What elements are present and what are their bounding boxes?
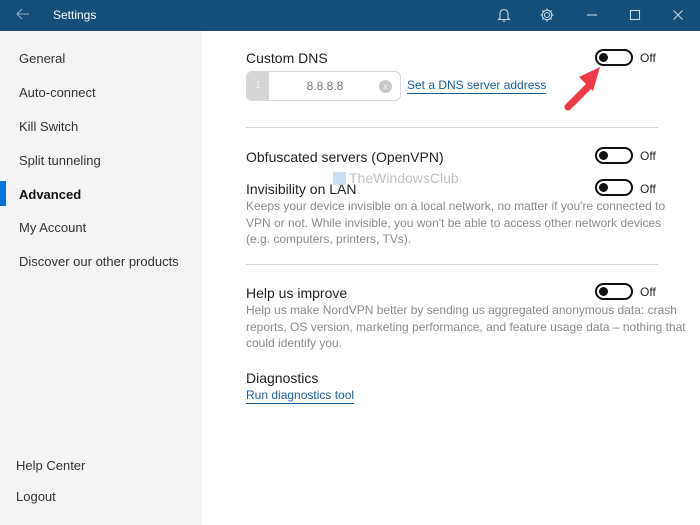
custom-dns-toggle-state: Off [640,51,656,65]
gear-icon [540,8,554,22]
toggle-knob [599,183,608,192]
bell-icon [497,8,511,22]
minimize-icon [587,14,597,16]
watermark: TheWindowsClub [333,170,459,186]
close-icon [673,10,683,20]
sidebar-item-discover-products[interactable]: Discover our other products [19,254,179,269]
diagnostics-label: Diagnostics [246,370,319,386]
sidebar-item-advanced[interactable]: Advanced [19,187,81,202]
section-divider [246,264,658,265]
run-diagnostics-link[interactable]: Run diagnostics tool [246,388,355,404]
close-button[interactable] [666,4,690,26]
help-center-link[interactable]: Help Center [16,458,85,473]
back-button[interactable] [14,6,32,24]
custom-dns-label: Custom DNS [246,50,328,66]
toggle-knob [599,151,608,160]
arrow-left-icon [16,8,29,20]
invisibility-lan-toggle-state: Off [640,182,656,196]
sidebar-item-split-tunneling[interactable]: Split tunneling [19,153,101,168]
obfuscated-servers-toggle-state: Off [640,149,656,163]
invisibility-lan-toggle[interactable] [595,179,633,196]
sidebar-item-auto-connect[interactable]: Auto-connect [19,85,96,100]
help-improve-toggle-state: Off [640,285,656,299]
advanced-settings-panel: Custom DNS Off 1 x Set a DNS server addr… [202,31,700,525]
sidebar-item-general[interactable]: General [19,51,65,66]
toggle-knob [599,53,608,62]
obfuscated-servers-label: Obfuscated servers (OpenVPN) [246,149,444,165]
dns-entry-field[interactable]: 1 x [246,71,401,101]
window-title: Settings [53,8,97,22]
logout-link[interactable]: Logout [16,489,56,504]
section-divider [246,127,658,128]
help-improve-description: Help us make NordVPN better by sending u… [246,303,686,350]
dns-entry-index: 1 [247,72,269,100]
sidebar: General Auto-connect Kill Switch Split t… [0,31,202,525]
maximize-button[interactable] [623,4,647,26]
invisibility-lan-description: Keeps your device invisible on a local n… [246,199,666,246]
title-bar: Settings [0,0,700,31]
watermark-logo-icon [333,171,346,185]
help-improve-toggle[interactable] [595,283,633,300]
annotation-arrow-icon [564,67,600,111]
settings-button[interactable] [535,4,559,26]
maximize-icon [629,9,641,21]
help-improve-label: Help us improve [246,285,348,301]
watermark-text: TheWindowsClub [349,170,459,186]
obfuscated-servers-toggle[interactable] [595,147,633,164]
notifications-button[interactable] [492,4,516,26]
minimize-button[interactable] [580,4,604,26]
sidebar-item-kill-switch[interactable]: Kill Switch [19,119,78,134]
sidebar-item-my-account[interactable]: My Account [19,220,86,235]
dns-address-input[interactable] [269,72,381,100]
active-indicator [0,181,6,206]
clear-icon[interactable]: x [379,80,392,93]
toggle-knob [599,287,608,296]
set-dns-server-link[interactable]: Set a DNS server address [407,78,547,94]
